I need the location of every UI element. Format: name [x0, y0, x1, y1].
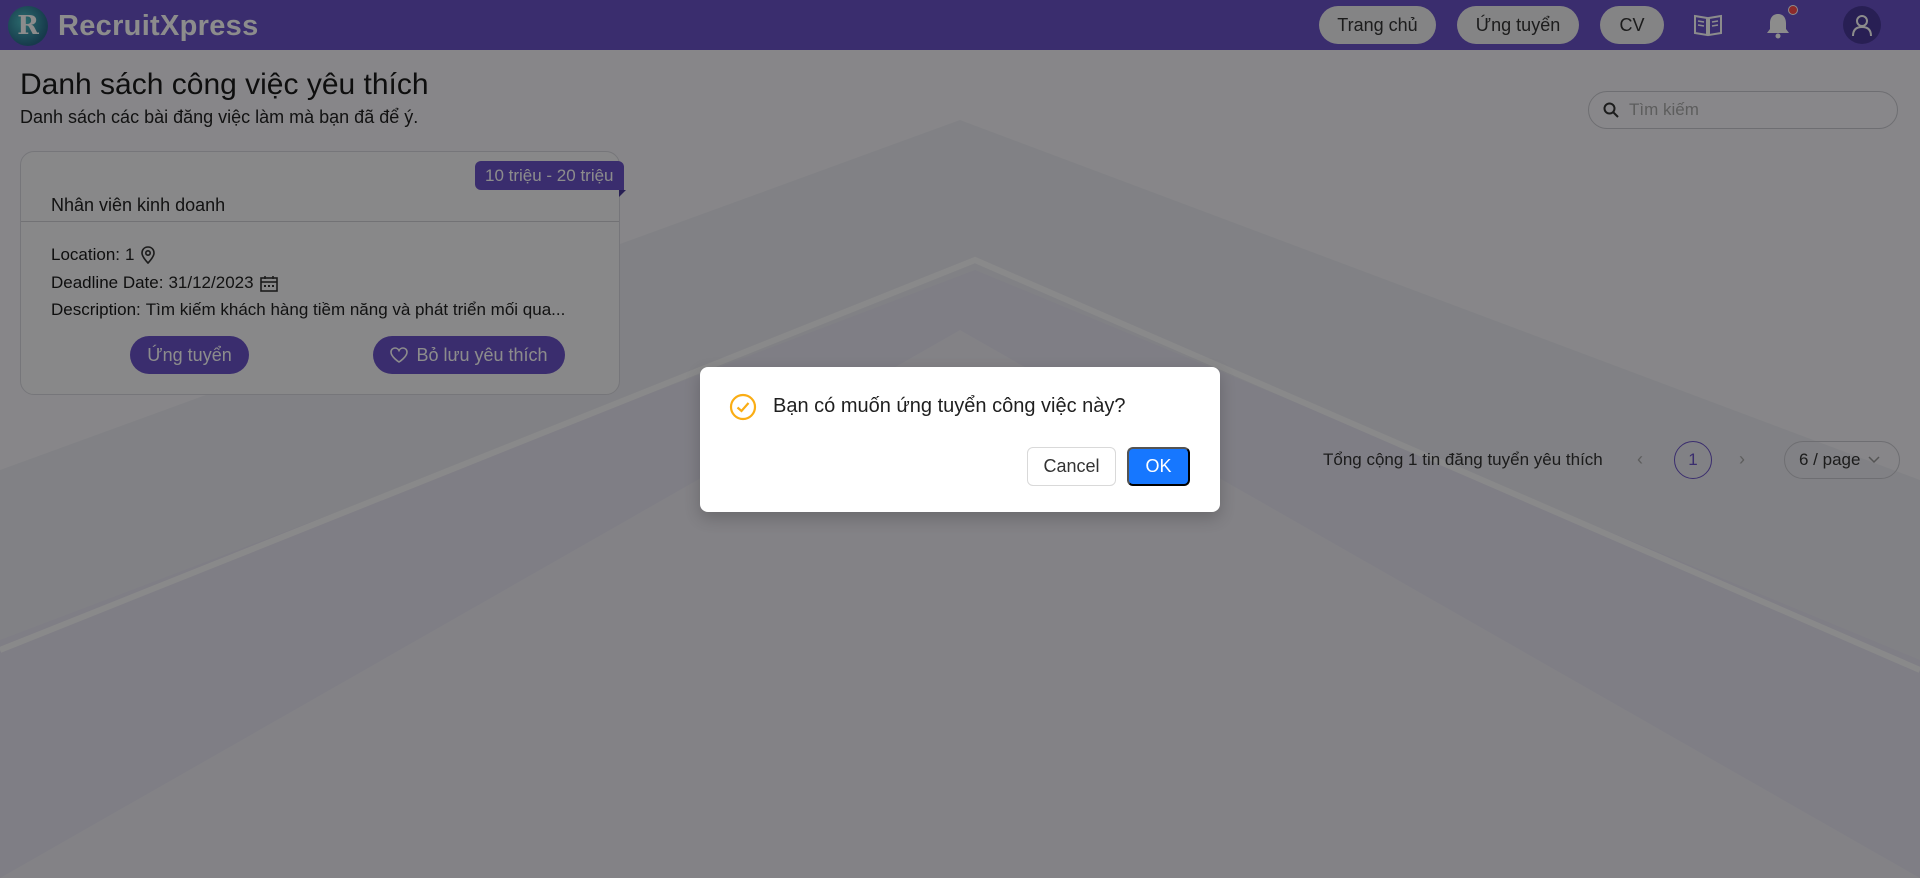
confirm-dialog: Bạn có muốn ứng tuyển công việc này? Can…: [700, 367, 1220, 512]
dialog-title: Bạn có muốn ứng tuyển công việc này?: [773, 395, 1126, 417]
cancel-button[interactable]: Cancel: [1027, 447, 1116, 486]
ok-button[interactable]: OK: [1127, 447, 1190, 486]
check-circle-icon: [729, 393, 757, 421]
